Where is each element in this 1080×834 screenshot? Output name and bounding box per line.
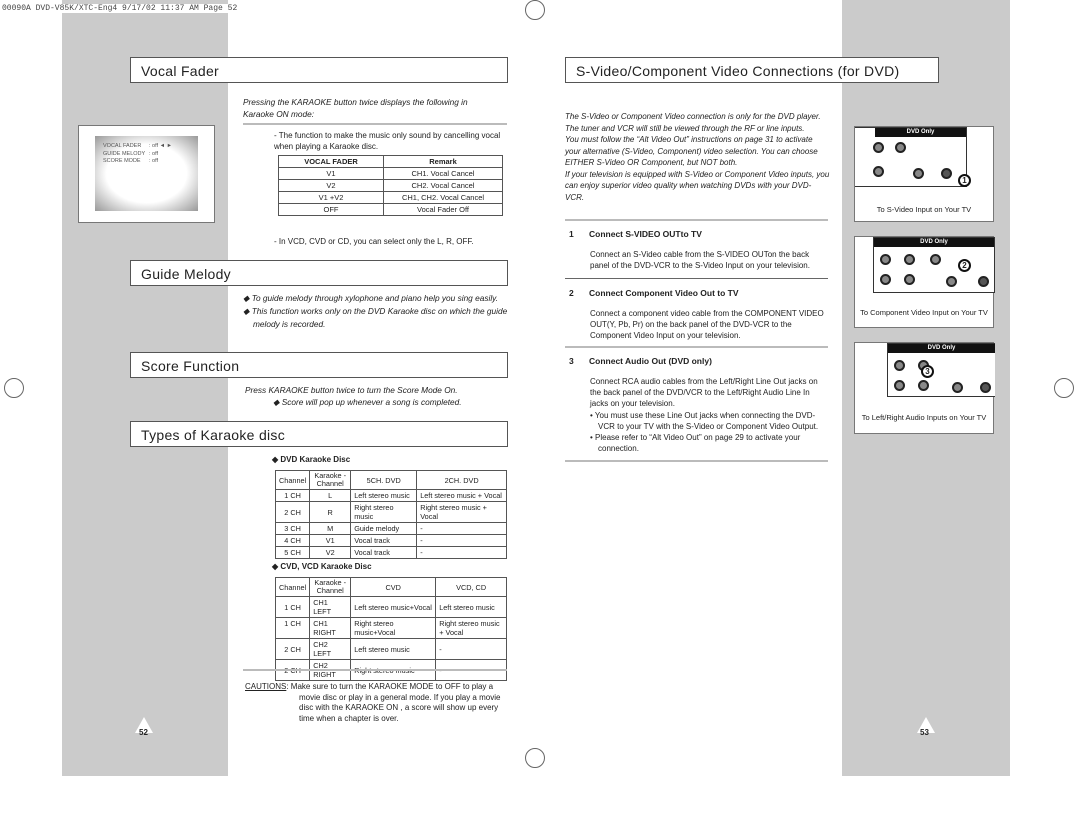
section-header-types-of-karaoke-disc: Types of Karaoke disc (130, 421, 508, 447)
table-row: V1 +V2 CH1, CH2. Vocal Cancel (278, 191, 503, 204)
registration-mark (525, 0, 545, 20)
table-row: 2 CH CH2 LEFT Left stereo music - (274, 638, 507, 660)
table-row: V1 CH1. Vocal Cancel (278, 167, 503, 180)
osd-row: GUIDE MELODY: off (103, 150, 159, 157)
table-row: V2 CH2. Vocal Cancel (278, 179, 503, 192)
vocal-fader-note: - The function to make the music only so… (274, 131, 501, 151)
divider (565, 346, 828, 348)
table-row: 3 CH M Guide melody - (274, 522, 507, 535)
table-row: 1 CH CH1 RIGHT Right stereo music+Vocal Rig… (274, 617, 507, 639)
table-row: 4 CH V1 Vocal track - (274, 534, 507, 547)
divider (565, 219, 828, 221)
registration-mark (4, 378, 24, 398)
guide-melody-bullets: ◆ To guide melody through xylophone and … (243, 293, 508, 329)
step-1-text: Connect an S-Video cable from the S-VIDE… (590, 250, 810, 270)
dvd-karaoke-heading: ◆ DVD Karaoke Disc (272, 455, 351, 464)
table-row: 1 CH L Left stereo music Left stereo music … (274, 489, 507, 502)
section-header-score-function: Score Function (130, 352, 508, 378)
section-header-svideo-component: S-Video/Component Video Connections (for… (565, 57, 939, 83)
table-row: OFF Vocal Fader Off (278, 203, 503, 216)
osd-screen-figure: VOCAL FADER: off ◄ ► GUIDE MELODY: off S… (78, 125, 215, 223)
left-margin-band (62, 0, 228, 776)
audio-connection-figure: DVD Only 3 To Left/Right Audio Inputs on… (854, 342, 995, 434)
section-header-vocal-fader: Vocal Fader (130, 57, 508, 83)
vocal-fader-note-2: - In VCD, CVD or CD, you can select only… (274, 237, 474, 246)
step-2-title: 2 Connect Component Video Out to TV (569, 288, 739, 298)
section-header-guide-melody: Guide Melody (130, 260, 508, 286)
table-row: 2 CH R Right stereo music Right stereo musi… (274, 501, 507, 523)
print-slug: 00090A DVD-V85K/XTC-Eng4 9/17/02 11:37 A… (2, 4, 242, 13)
score-function-bullet: ◆ Score will pop up whenever a song is c… (273, 397, 462, 407)
table-row: 5 CH V2 Vocal track - (274, 546, 507, 559)
step-3-title: 3 Connect Audio Out (DVD only) (569, 356, 712, 366)
divider (565, 460, 828, 462)
registration-mark (1054, 378, 1074, 398)
figure-caption: To Left/Right Audio Inputs on Your TV (861, 413, 987, 422)
marker-3: 3 (921, 365, 934, 378)
marker-1: 1 (958, 174, 971, 187)
score-function-text: Press KARAOKE button twice to turn the S… (245, 385, 458, 395)
step-3-text: Connect RCA audio cables from the Left/R… (590, 377, 818, 408)
caution-label: CAUTIONS (245, 682, 287, 691)
divider (243, 123, 507, 125)
osd-row: VOCAL FADER: off ◄ ► (103, 143, 173, 149)
vocal-fader-intro: Pressing the KARAOKE button twice displa… (243, 97, 468, 119)
osd-row: SCORE MODE: off (103, 158, 159, 164)
figure-caption: To S-Video Input on Your TV (876, 205, 972, 214)
cvd-karaoke-table: Channel Karaoke -Channel CVD VCD, CD 1 CH CH… (274, 577, 507, 681)
caution-note: CAUTIONS: Make sure to turn the KARAOKE … (245, 682, 501, 723)
step-3-bullets: • You must use these Line Out jacks when… (590, 411, 819, 453)
page-number-right: 53 (920, 728, 929, 737)
table-row: 1 CH CH1 LEFT Left stereo music+Vocal Left … (274, 596, 507, 618)
figure-caption: To Component Video Input on Your TV (860, 308, 988, 317)
step-2-text: Connect a component video cable from the… (590, 309, 824, 340)
dvd-karaoke-table: Channel Karaoke -Channel 5CH. DVD 2CH. DVD … (274, 470, 507, 559)
vocal-fader-table: VOCAL FADER Remark V1 CH1. Vocal Cancel V2… (278, 155, 503, 216)
step-1-title: 1 Connect S-VIDEO OUTto TV (569, 229, 702, 239)
component-connection-figure: DVD Only 2 To Component Video Input on Y… (854, 236, 995, 328)
divider (565, 278, 828, 279)
cvd-karaoke-heading: ◆ CVD, VCD Karaoke Disc (272, 562, 372, 571)
registration-mark (525, 748, 545, 768)
marker-2: 2 (958, 259, 971, 272)
divider (243, 669, 507, 671)
svideo-intro: The S-Video or Component Video connectio… (565, 112, 830, 202)
svideo-connection-figure: DVD Only 1 To S-Video Input on Your TV (854, 126, 994, 222)
page-number-left: 52 (139, 728, 148, 737)
